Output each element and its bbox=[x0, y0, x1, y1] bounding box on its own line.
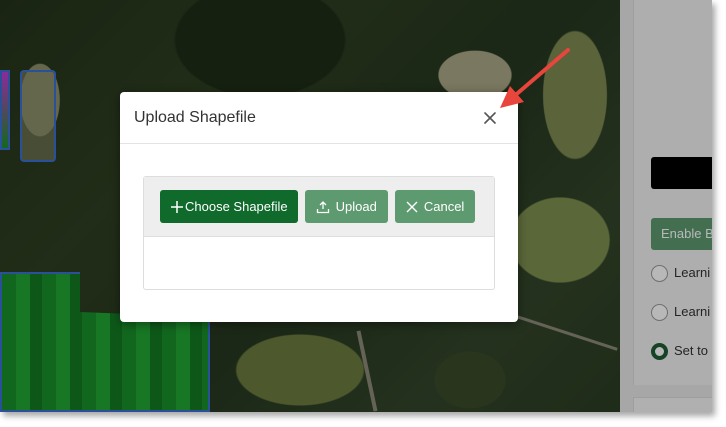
cancel-label: Cancel bbox=[423, 199, 465, 214]
choose-shapefile-label: Choose Shapefile bbox=[185, 199, 288, 214]
cancel-button[interactable]: Cancel bbox=[394, 190, 476, 223]
upload-shapefile-modal: Upload Shapefile Choose Shapefile Upload… bbox=[120, 92, 518, 322]
annotation-arrow bbox=[500, 48, 570, 108]
plus-icon bbox=[170, 200, 184, 214]
upload-icon bbox=[316, 200, 330, 214]
modal-header: Upload Shapefile bbox=[120, 92, 518, 144]
upload-toolbar: Choose Shapefile Upload Cancel bbox=[144, 177, 494, 237]
upload-label: Upload bbox=[335, 199, 377, 214]
upload-button[interactable]: Upload bbox=[304, 190, 388, 223]
modal-title: Upload Shapefile bbox=[134, 109, 256, 126]
screenshot-frame: Enable B Learni Learni Set to Upload Sha… bbox=[0, 0, 712, 412]
upload-area: Choose Shapefile Upload Cancel bbox=[143, 176, 495, 290]
close-icon bbox=[406, 201, 418, 213]
choose-shapefile-button[interactable]: Choose Shapefile bbox=[160, 190, 298, 223]
